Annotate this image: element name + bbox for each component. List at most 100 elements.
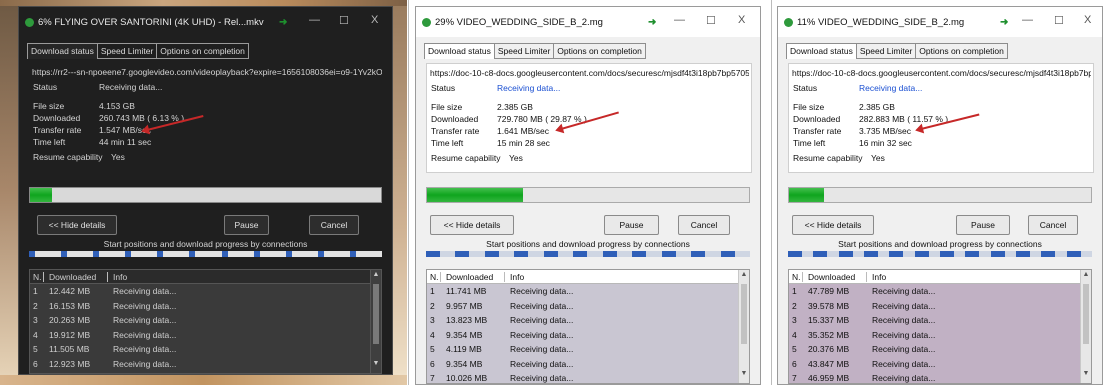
scrollbar-thumb[interactable]	[373, 284, 379, 344]
tab-options-on-completion[interactable]: Options on completion	[553, 43, 646, 59]
connection-row[interactable]: 3 13.823 MB Receiving data...	[427, 313, 749, 328]
connection-segment	[455, 251, 470, 257]
column-header-downloaded[interactable]: Downloaded	[44, 271, 108, 282]
vertical-scrollbar[interactable]: ▲ ▼	[370, 270, 381, 373]
hide-details-button[interactable]: << Hide details	[792, 215, 874, 235]
scroll-down-icon[interactable]: ▼	[371, 360, 381, 372]
column-header-info[interactable]: Info	[867, 272, 1091, 282]
connection-row[interactable]: 5 11.505 MB Receiving data...	[30, 342, 381, 357]
title-bar[interactable]: 6% FLYING OVER SANTORINI (4K UHD) - Rel.…	[19, 7, 392, 37]
connections-progress-bar	[788, 251, 1092, 257]
connection-row[interactable]: 2 16.153 MB Receiving data...	[30, 298, 381, 313]
connections-list[interactable]: N. Downloaded Info 1 12.442 MB Receiving d…	[29, 269, 382, 374]
connection-row[interactable]: 1 12.442 MB Receiving data...	[30, 284, 381, 299]
connection-segment	[661, 251, 676, 257]
connection-row[interactable]: 2 9.957 MB Receiving data...	[427, 298, 749, 313]
close-button[interactable]: X	[1084, 14, 1091, 26]
tab-strip: Download status Speed Limiter Options on…	[27, 43, 249, 59]
maximize-button[interactable]: ☐	[706, 14, 716, 27]
connections-list[interactable]: N. Downloaded Info 1 11.741 MB Receiving d…	[426, 269, 750, 384]
connection-row[interactable]: 6 9.354 MB Receiving data...	[427, 356, 749, 371]
connection-info: Receiving data...	[113, 300, 177, 311]
column-header-downloaded[interactable]: Downloaded	[803, 271, 867, 282]
scroll-down-icon[interactable]: ▼	[739, 370, 749, 382]
close-button[interactable]: X	[738, 14, 745, 26]
hide-details-button[interactable]: << Hide details	[430, 215, 514, 235]
window-title: 11% VIDEO_WEDDING_SIDE_B_2.mg	[797, 16, 965, 28]
column-header-downloaded[interactable]: Downloaded	[441, 271, 505, 282]
connection-row[interactable]: 4 19.912 MB Receiving data...	[30, 327, 381, 342]
scrollbar-thumb[interactable]	[741, 284, 747, 344]
cancel-button[interactable]: Cancel	[1028, 215, 1078, 235]
connections-progress-bar	[426, 251, 750, 257]
connection-row[interactable]: 4 9.354 MB Receiving data...	[427, 327, 749, 342]
connection-segment	[602, 251, 617, 257]
tab-speed-limiter[interactable]: Speed Limiter	[96, 43, 158, 59]
vertical-scrollbar[interactable]: ▲ ▼	[738, 270, 749, 383]
connection-downloaded: 47.789 MB	[808, 286, 850, 297]
close-button[interactable]: X	[371, 14, 378, 26]
column-header-number[interactable]: N.	[789, 271, 803, 282]
scroll-up-icon[interactable]: ▲	[371, 271, 381, 283]
download-progress-fill	[427, 188, 524, 202]
scroll-up-icon[interactable]: ▲	[739, 271, 749, 283]
connection-row[interactable]: 1 47.789 MB Receiving data...	[789, 284, 1091, 299]
cancel-button[interactable]: Cancel	[678, 215, 730, 235]
column-header-number[interactable]: N.	[427, 271, 441, 282]
connection-segment	[349, 251, 356, 257]
file-size-label: File size	[793, 102, 825, 112]
title-bar[interactable]: 29% VIDEO_WEDDING_SIDE_B_2.mg ➜ — ☐ X	[416, 7, 760, 37]
tab-options-on-completion[interactable]: Options on completion	[156, 43, 249, 59]
maximize-button[interactable]: ☐	[1054, 14, 1064, 27]
tab-speed-limiter[interactable]: Speed Limiter	[493, 43, 555, 59]
background-photo-right	[393, 6, 407, 375]
minimize-button[interactable]: —	[674, 14, 685, 26]
minimize-button[interactable]: —	[1022, 14, 1033, 26]
connection-row[interactable]: 5 20.376 MB Receiving data...	[789, 342, 1091, 357]
pause-button[interactable]: Pause	[604, 215, 659, 235]
connection-row[interactable]: 6 43.847 MB Receiving data...	[789, 356, 1091, 371]
resume-row: Resume capability Yes	[33, 152, 125, 162]
pause-button[interactable]: Pause	[956, 215, 1010, 235]
tab-download-status[interactable]: Download status	[786, 43, 857, 59]
download-details: https://doc-10-c8-docs.googleusercontent…	[788, 63, 1094, 173]
minimize-button[interactable]: —	[309, 14, 320, 26]
status-label: Status	[793, 83, 818, 93]
connection-downloaded: 4.119 MB	[446, 344, 482, 355]
connection-row[interactable]: 7 10.026 MB Receiving data...	[427, 371, 749, 383]
hide-details-button[interactable]: << Hide details	[37, 215, 117, 235]
column-header-number[interactable]: N.	[30, 271, 44, 282]
connection-row[interactable]: 5 4.119 MB Receiving data...	[427, 342, 749, 357]
tab-download-status[interactable]: Download status	[424, 43, 495, 59]
connections-caption: Start positions and download progress by…	[103, 239, 308, 249]
connection-row[interactable]: 4 35.352 MB Receiving data...	[789, 327, 1091, 342]
connection-row[interactable]: 1 11.741 MB Receiving data...	[427, 284, 749, 299]
pause-button[interactable]: Pause	[224, 215, 269, 235]
scroll-up-icon[interactable]: ▲	[1081, 271, 1091, 283]
connection-row[interactable]: 3 15.337 MB Receiving data...	[789, 313, 1091, 328]
scrollbar-thumb[interactable]	[1083, 284, 1089, 344]
title-bar[interactable]: 11% VIDEO_WEDDING_SIDE_B_2.mg ➜ — ☐ X	[778, 7, 1102, 37]
connection-row[interactable]: 7 46.959 MB Receiving data...	[789, 371, 1091, 383]
connection-info: Receiving data...	[872, 329, 936, 340]
tab-speed-limiter[interactable]: Speed Limiter	[855, 43, 917, 59]
cancel-button[interactable]: Cancel	[309, 215, 359, 235]
scroll-down-icon[interactable]: ▼	[1081, 370, 1091, 382]
background-photo-bottom	[0, 375, 407, 385]
connection-row[interactable]: 2 39.578 MB Receiving data...	[789, 298, 1091, 313]
connection-row[interactable]: 714.134 MBReceiving data...	[30, 371, 381, 373]
connection-number: 4	[792, 329, 797, 340]
tab-options-on-completion[interactable]: Options on completion	[915, 43, 1008, 59]
status-value: Receiving data...	[859, 83, 923, 93]
connections-list-rows: 1 12.442 MB Receiving data... 2 16.153 MB Rec…	[30, 284, 381, 373]
column-header-info[interactable]: Info	[108, 272, 381, 282]
connection-number: 1	[33, 286, 38, 297]
connection-row[interactable]: 6 12.923 MB Receiving data...	[30, 356, 381, 371]
tab-download-status[interactable]: Download status	[27, 43, 98, 59]
connection-row[interactable]: 3 20.263 MB Receiving data...	[30, 313, 381, 328]
vertical-scrollbar[interactable]: ▲ ▼	[1080, 270, 1091, 383]
column-header-info[interactable]: Info	[505, 272, 749, 282]
connection-segment	[29, 251, 35, 257]
maximize-button[interactable]: ☐	[339, 14, 349, 27]
connections-list[interactable]: N. Downloaded Info 1 47.789 MB Receiving d…	[788, 269, 1092, 384]
